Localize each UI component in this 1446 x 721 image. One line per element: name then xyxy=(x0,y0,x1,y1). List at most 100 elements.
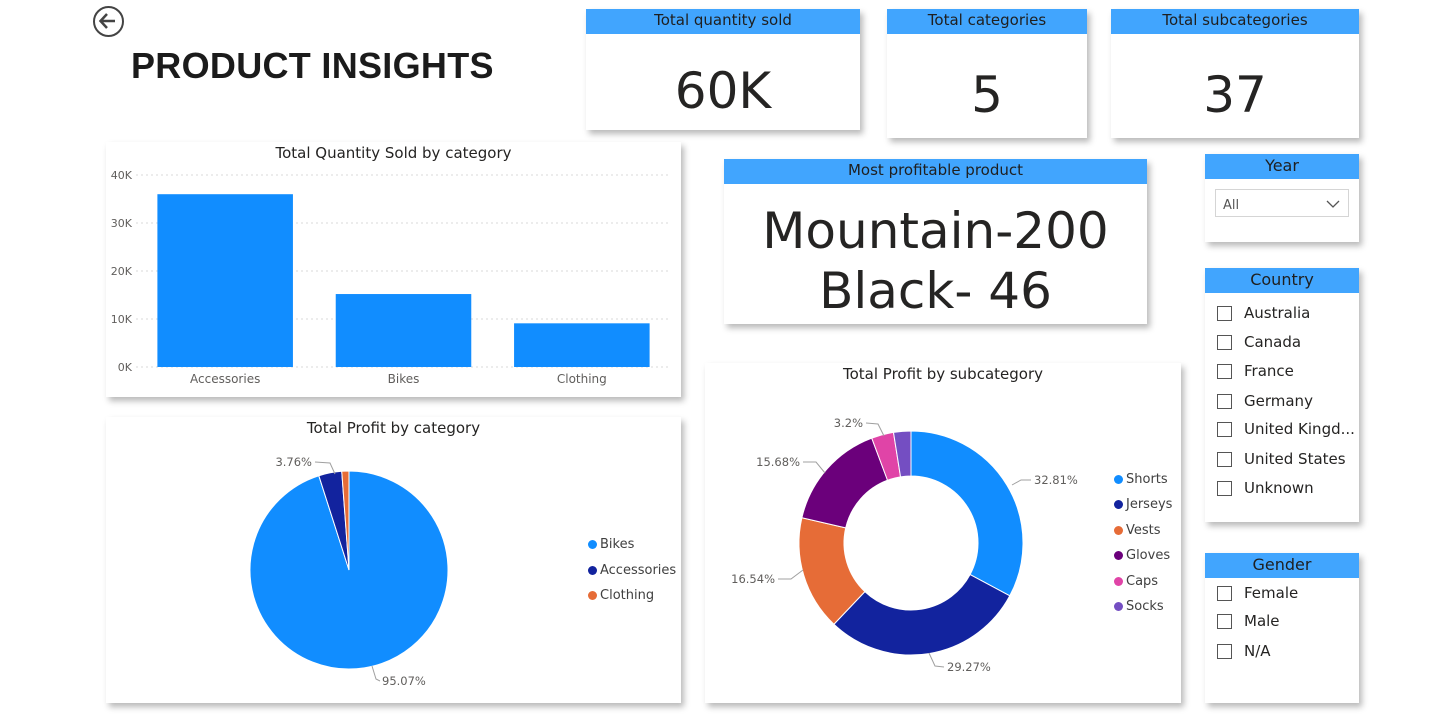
legend-dot-vests xyxy=(1114,526,1123,535)
gender-slicer-label: Gender xyxy=(1205,553,1359,578)
data-label: 29.27% xyxy=(947,660,991,674)
legend-item-shorts[interactable]: Shorts xyxy=(1114,472,1168,487)
gender-slicer: Gender Female Male N/A xyxy=(1205,553,1359,703)
chevron-down-icon xyxy=(1326,200,1340,208)
legend-dot-socks xyxy=(1114,602,1123,611)
checkbox[interactable] xyxy=(1217,643,1232,659)
checkbox[interactable] xyxy=(1217,585,1232,601)
kpi-total-subcategories-label: Total subcategories xyxy=(1111,9,1359,34)
checkbox[interactable] xyxy=(1217,393,1232,409)
country-slicer-label: Country xyxy=(1205,268,1359,293)
quantity-by-category-chart: Total Quantity Sold by category 0K 10K 20K… xyxy=(106,142,681,397)
leader-line xyxy=(371,665,381,682)
slice-gloves xyxy=(801,437,889,529)
country-option-unknown[interactable]: Unknown xyxy=(1217,478,1314,498)
legend-item-bikes[interactable]: Bikes xyxy=(588,537,634,552)
data-label: 95.07% xyxy=(382,674,426,688)
kpi-total-categories-value: 5 xyxy=(971,66,1003,124)
kpi-most-profitable-line2: Black- 46 xyxy=(819,262,1052,320)
bar-accessories xyxy=(157,194,293,367)
country-option-germany[interactable]: Germany xyxy=(1217,391,1313,411)
legend-label-accessories: Accessories xyxy=(600,563,677,578)
legend-item-caps[interactable]: Caps xyxy=(1114,574,1158,589)
gender-option-label: N/A xyxy=(1244,642,1271,660)
country-option-united-kingdom[interactable]: United Kingd... xyxy=(1217,419,1355,439)
legend-label-shorts: Shorts xyxy=(1126,472,1168,487)
gender-option-female[interactable]: Female xyxy=(1217,583,1298,603)
legend-label-jerseys: Jerseys xyxy=(1126,497,1173,512)
year-slicer-label: Year xyxy=(1205,154,1359,179)
country-option-label: Germany xyxy=(1244,392,1313,410)
gender-option-na[interactable]: N/A xyxy=(1217,641,1271,661)
page-title: PRODUCT INSIGHTS xyxy=(131,45,494,86)
legend-label-bikes: Bikes xyxy=(600,537,635,552)
leader-line xyxy=(778,569,804,580)
gender-option-label: Female xyxy=(1244,584,1299,602)
kpi-total-subcategories-card: Total subcategories 37 xyxy=(1111,9,1359,138)
bar-bikes xyxy=(335,294,472,367)
legend-item-socks[interactable]: Socks xyxy=(1114,599,1164,614)
legend-label-clothing: Clothing xyxy=(600,588,655,603)
country-slicer: Country Australia Canada France Germany … xyxy=(1205,268,1359,522)
kpi-most-profitable-line1: Mountain-200 xyxy=(762,202,1109,260)
profit-by-subcategory-chart: Total Profit by subcategory 32.81% 29.27%… xyxy=(705,363,1181,703)
country-option-australia[interactable]: Australia xyxy=(1217,303,1310,323)
gender-option-male[interactable]: Male xyxy=(1217,611,1280,631)
legend-dot-gloves xyxy=(1114,551,1123,560)
legend-label-vests: Vests xyxy=(1126,523,1161,538)
data-label: 32.81% xyxy=(1034,473,1078,487)
data-label: 3.2% xyxy=(834,416,863,430)
x-tick-label: Bikes xyxy=(388,372,420,386)
leader-line xyxy=(803,461,826,474)
checkbox[interactable] xyxy=(1217,363,1232,379)
country-option-label: Canada xyxy=(1244,333,1302,351)
legend-dot-bikes xyxy=(588,540,597,549)
country-option-label: Unknown xyxy=(1244,479,1314,497)
kpi-total-quantity-value: 60K xyxy=(674,62,772,120)
leader-line xyxy=(928,652,945,668)
kpi-total-subcategories-value: 37 xyxy=(1203,66,1267,124)
country-option-label: United Kingd... xyxy=(1244,420,1355,438)
checkbox[interactable] xyxy=(1217,451,1232,467)
country-option-label: France xyxy=(1244,362,1294,380)
year-slicer: Year All xyxy=(1205,154,1359,242)
legend-dot-shorts xyxy=(1114,475,1123,484)
profit-by-category-chart: Total Profit by category 95.07% 3.76% Bik… xyxy=(106,417,681,703)
legend-dot-accessories xyxy=(588,566,597,575)
x-tick-label: Accessories xyxy=(190,372,260,386)
kpi-most-profitable-card: Most profitable product Mountain-200 Bla… xyxy=(724,159,1147,324)
legend-item-accessories[interactable]: Accessories xyxy=(588,563,676,578)
leader-line xyxy=(1011,479,1031,486)
bar-clothing xyxy=(514,323,650,367)
year-dropdown-value: All xyxy=(1223,198,1240,213)
kpi-total-categories-label: Total categories xyxy=(887,9,1087,34)
slice-shorts xyxy=(910,430,1024,597)
kpi-total-quantity-card: Total quantity sold 60K xyxy=(586,9,860,130)
legend-label-caps: Caps xyxy=(1126,574,1159,589)
legend-item-clothing[interactable]: Clothing xyxy=(588,588,654,603)
country-option-france[interactable]: France xyxy=(1217,361,1294,381)
checkbox[interactable] xyxy=(1217,421,1232,437)
y-tick-label: 40K xyxy=(111,169,133,182)
arrow-left-circle-icon xyxy=(98,13,115,29)
legend-item-jerseys[interactable]: Jerseys xyxy=(1114,497,1172,512)
country-option-canada[interactable]: Canada xyxy=(1217,332,1301,352)
kpi-total-categories-card: Total categories 5 xyxy=(887,9,1087,138)
data-label: 16.54% xyxy=(731,572,775,586)
back-button[interactable] xyxy=(93,6,124,37)
country-option-united-states[interactable]: United States xyxy=(1217,449,1346,469)
legend-item-gloves[interactable]: Gloves xyxy=(1114,548,1170,563)
checkbox[interactable] xyxy=(1217,305,1232,321)
bar-chart-plot: 0K 10K 20K 30K 40K Accessories Bikes Clothing xyxy=(111,169,671,386)
checkbox[interactable] xyxy=(1217,480,1232,496)
data-label: 3.76% xyxy=(275,455,312,469)
checkbox[interactable] xyxy=(1217,334,1232,350)
year-dropdown[interactable]: All xyxy=(1215,189,1349,217)
data-label: 15.68% xyxy=(756,455,800,469)
legend-dot-clothing xyxy=(588,591,597,600)
legend-item-vests[interactable]: Vests xyxy=(1114,523,1161,538)
x-tick-label: Clothing xyxy=(557,372,607,386)
checkbox[interactable] xyxy=(1217,613,1232,629)
y-tick-label: 0K xyxy=(118,361,133,374)
legend-label-gloves: Gloves xyxy=(1126,548,1171,563)
